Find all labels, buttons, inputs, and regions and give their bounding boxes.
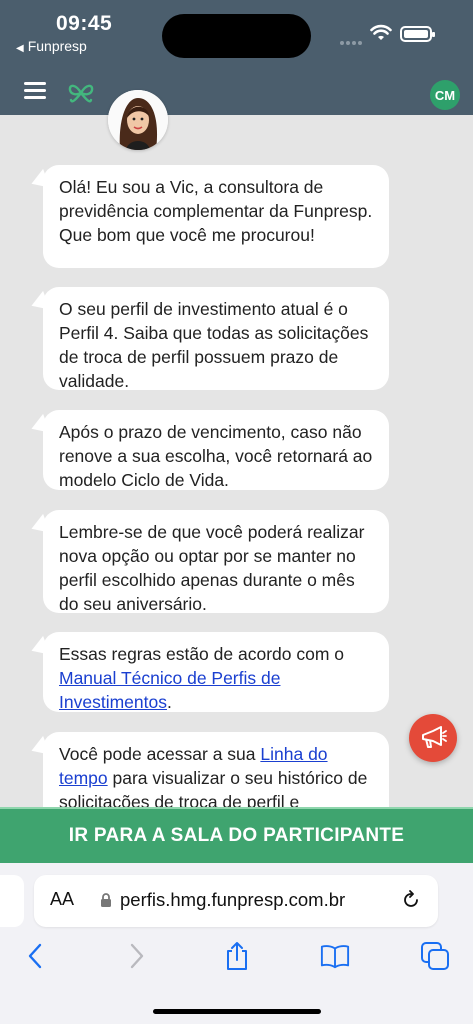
- chat-message-text: Essas regras estão de acordo com o: [59, 644, 345, 664]
- chat-message: Lembre-se de que você poderá realizar no…: [43, 510, 389, 614]
- home-indicator: [153, 1009, 321, 1014]
- chevron-right-icon: [130, 943, 144, 969]
- back-triangle-icon: ◀: [16, 43, 24, 54]
- lock-icon: [101, 893, 111, 907]
- text-size-button[interactable]: AA: [50, 889, 74, 910]
- wifi-icon: [370, 24, 392, 40]
- book-icon: [320, 945, 350, 969]
- tabs-icon: [421, 942, 449, 970]
- chat-message-text: Após o prazo de vencimento, caso não ren…: [59, 422, 373, 490]
- dynamic-island: [162, 14, 311, 58]
- chat-message-text: O seu perfil de investimento atual é o P…: [59, 299, 369, 391]
- tabs-button[interactable]: [420, 941, 450, 971]
- url-text[interactable]: perfis.hmg.funpresp.com.br: [120, 889, 345, 911]
- share-button[interactable]: [222, 941, 252, 971]
- back-button[interactable]: [20, 941, 50, 971]
- chat-message: Após o prazo de vencimento, caso não ren…: [43, 410, 389, 490]
- vic-avatar: [108, 90, 168, 150]
- signal-dots-icon: [340, 32, 366, 45]
- app-header: 09:45 ◀ Funpresp CM: [0, 0, 473, 115]
- previous-tab-peek[interactable]: [0, 875, 24, 927]
- funpresp-logo-icon: [68, 84, 94, 103]
- chat-message-text: Lembre-se de que você poderá realizar no…: [59, 522, 365, 614]
- chat-message: Essas regras estão de acordo com o Manua…: [43, 632, 389, 712]
- hamburger-menu-icon[interactable]: [24, 82, 48, 102]
- feedback-button[interactable]: [409, 714, 457, 762]
- chevron-left-icon: [28, 943, 42, 969]
- forward-button[interactable]: [122, 941, 152, 971]
- vic-portrait-icon: [108, 90, 168, 150]
- browser-nav-row: [0, 941, 473, 981]
- status-time: 09:45: [56, 12, 113, 35]
- chat-message: Olá! Eu sou a Vic, a consultora de previ…: [43, 165, 389, 268]
- address-bar[interactable]: AA perfis.hmg.funpresp.com.br: [34, 875, 438, 927]
- share-icon: [227, 942, 247, 970]
- back-to-app-link[interactable]: ◀ Funpresp: [16, 38, 87, 54]
- bookmarks-button[interactable]: [320, 941, 350, 971]
- go-to-participant-room-button[interactable]: IR PARA A SALA DO PARTICIPANTE: [0, 807, 473, 863]
- chat-message-text: Você pode acessar a sua: [59, 744, 261, 764]
- reload-icon[interactable]: [400, 889, 422, 911]
- back-app-label: Funpresp: [27, 38, 87, 54]
- browser-toolbar: AA perfis.hmg.funpresp.com.br: [0, 863, 473, 1024]
- battery-icon: [400, 26, 435, 42]
- megaphone-icon: [422, 726, 447, 748]
- chat-message-text: .: [166, 692, 172, 712]
- chat-message: O seu perfil de investimento atual é o P…: [43, 287, 389, 391]
- user-avatar-badge[interactable]: CM: [430, 80, 460, 110]
- chat-message-text: Olá! Eu sou a Vic, a consultora de previ…: [59, 177, 373, 245]
